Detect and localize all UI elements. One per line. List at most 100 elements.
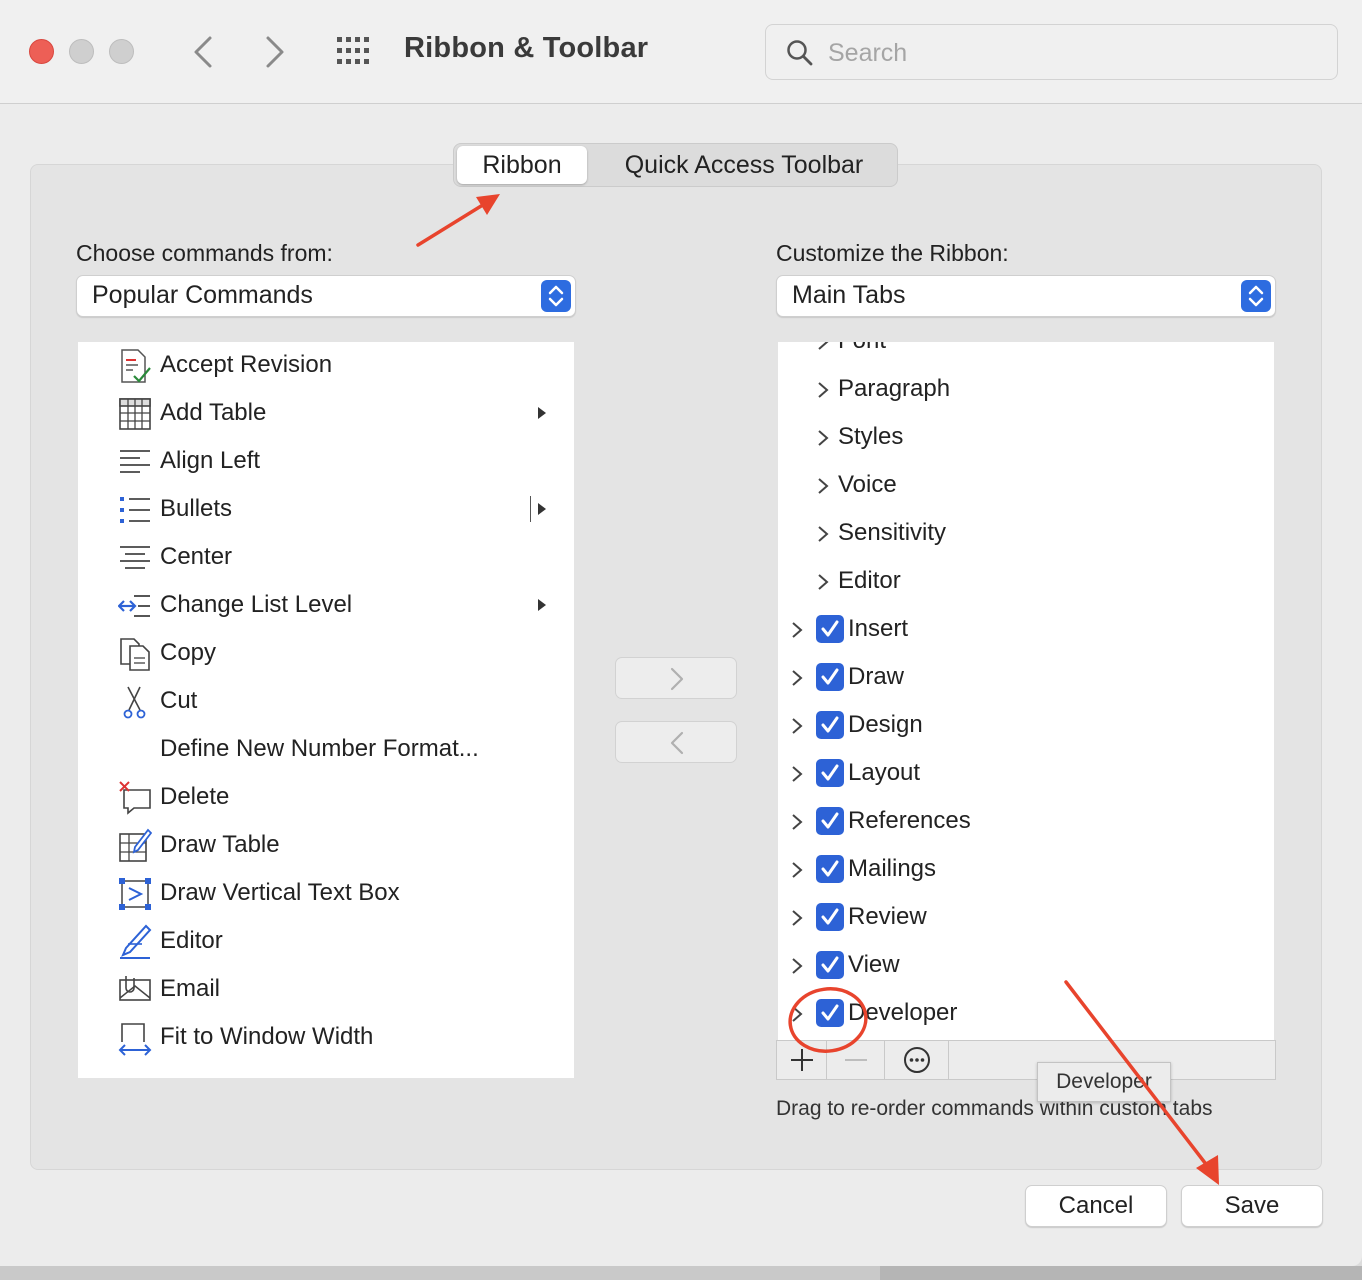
checkbox-checked[interactable] (816, 903, 844, 931)
tree-item-references[interactable]: References (778, 798, 1274, 846)
chevron-right-icon[interactable] (790, 812, 804, 832)
split-divider (530, 496, 531, 522)
chevron-right-icon[interactable] (790, 668, 804, 688)
tree-item-view[interactable]: View (778, 942, 1274, 990)
remove-tab-button[interactable] (827, 1041, 885, 1079)
command-label: Draw Table (160, 831, 280, 858)
chevron-right-icon (818, 342, 829, 350)
checkbox-checked[interactable] (816, 759, 844, 787)
preferences-window: Ribbon & Toolbar Search Ribbon Quick Acc… (0, 0, 1362, 1266)
add-tab-button[interactable] (777, 1041, 827, 1079)
submenu-arrow-icon (538, 407, 546, 419)
tree-item-review[interactable]: Review (778, 894, 1274, 942)
list-item[interactable]: Draw Vertical Text Box (78, 870, 572, 918)
checkbox-checked[interactable] (816, 711, 844, 739)
tree-item-sensitivity[interactable]: Sensitivity (778, 510, 1274, 558)
list-item[interactable]: Bullets (78, 486, 572, 534)
tree-item-label: Voice (838, 471, 897, 498)
tree-item-voice[interactable]: Voice (778, 462, 1274, 510)
ribbon-tabs-value: Main Tabs (792, 281, 906, 309)
chevron-right-icon[interactable] (790, 620, 804, 640)
tree-item-insert[interactable]: Insert (778, 606, 1274, 654)
chevron-right-icon (670, 667, 684, 691)
tree-item-paragraph[interactable]: Paragraph (778, 366, 1274, 414)
fit-width-icon (118, 1023, 152, 1056)
tree-item-developer[interactable]: Developer (778, 990, 1274, 1038)
more-options-button[interactable] (885, 1041, 949, 1079)
tree-item-mailings[interactable]: Mailings (778, 846, 1274, 894)
command-label: Fit to Window Width (160, 1023, 374, 1050)
checkbox-checked[interactable] (816, 663, 844, 691)
list-item[interactable]: Delete (78, 774, 572, 822)
customize-ribbon-label: Customize the Ribbon: (776, 240, 1009, 266)
list-item[interactable]: Define New Number Format... (78, 726, 572, 774)
commands-list[interactable]: Accept Revision Add Table Align Left Bul… (78, 342, 574, 1078)
tree-item-label: Review (848, 903, 927, 930)
chevron-right-icon[interactable] (790, 764, 804, 784)
chevron-right-icon[interactable] (790, 1004, 804, 1024)
list-item[interactable]: Add Table (78, 390, 572, 438)
chevron-right-icon[interactable] (790, 908, 804, 928)
ribbon-tabs-dropdown[interactable]: Main Tabs (776, 275, 1276, 317)
editor-pen-icon (120, 924, 152, 959)
tab-ribbon[interactable]: Ribbon (457, 146, 587, 184)
vertical-text-box-icon (119, 878, 151, 910)
list-item[interactable]: Cut (78, 678, 572, 726)
checkbox-checked[interactable] (816, 951, 844, 979)
command-label: Email (160, 975, 221, 1002)
list-item[interactable]: Copy (78, 630, 572, 678)
chevron-right-icon[interactable] (790, 956, 804, 976)
list-item[interactable]: Change List Level (78, 582, 572, 630)
tree-item-font[interactable]: Font (778, 342, 1274, 366)
tree-item-draw[interactable]: Draw (778, 654, 1274, 702)
zoom-window-button[interactable] (109, 39, 134, 64)
tree-item-styles[interactable]: Styles (778, 414, 1274, 462)
checkbox-checked[interactable] (816, 807, 844, 835)
commands-source-dropdown[interactable]: Popular Commands (76, 275, 576, 317)
ribbon-tabs-tree[interactable]: Font Paragraph Styles Voice Sensitivity … (778, 342, 1274, 1040)
back-button[interactable] (184, 30, 224, 74)
chevron-right-icon (818, 430, 829, 446)
list-item[interactable]: Fit to Window Width (78, 1014, 572, 1062)
tab-quick-access-toolbar[interactable]: Quick Access Toolbar (604, 146, 884, 184)
forward-button[interactable] (256, 30, 296, 74)
checkbox-checked[interactable] (816, 855, 844, 883)
tree-item-label: Paragraph (838, 375, 951, 402)
tree-item-label: References (848, 807, 971, 834)
save-button[interactable]: Save (1181, 1185, 1323, 1227)
developer-checkbox[interactable] (816, 999, 844, 1027)
checkbox-checked[interactable] (816, 615, 844, 643)
list-level-icon (118, 595, 150, 617)
minimize-window-button[interactable] (69, 39, 94, 64)
tree-item-label: Sensitivity (838, 519, 947, 546)
remove-command-button[interactable] (615, 721, 737, 763)
list-item[interactable]: Center (78, 534, 572, 582)
list-item[interactable]: Align Left (78, 438, 572, 486)
submenu-arrow-icon (538, 503, 546, 515)
list-item[interactable]: Email (78, 966, 572, 1014)
tree-item-design[interactable]: Design (778, 702, 1274, 750)
tree-item-layout[interactable]: Layout (778, 750, 1274, 798)
search-field[interactable]: Search (765, 24, 1338, 80)
list-item[interactable]: Accept Revision (78, 342, 572, 390)
show-all-grid-button[interactable] (335, 35, 375, 67)
tree-item-editor[interactable]: Editor (778, 558, 1274, 606)
draw-table-icon (119, 828, 152, 862)
cancel-button[interactable]: Cancel (1025, 1185, 1167, 1227)
command-label: Align Left (160, 447, 261, 474)
accept-revision-icon (121, 349, 151, 383)
bullets-icon (120, 497, 150, 523)
delete-comment-icon (119, 781, 151, 815)
command-label: Cut (160, 687, 198, 714)
add-command-button[interactable] (615, 657, 737, 699)
chevron-right-icon[interactable] (790, 716, 804, 736)
tree-item-label: Mailings (848, 855, 937, 882)
tree-item-label: Design (848, 711, 923, 738)
chevron-right-icon[interactable] (790, 860, 804, 880)
command-label: Accept Revision (160, 351, 333, 378)
close-window-button[interactable] (29, 39, 54, 64)
list-item[interactable]: Editor (78, 918, 572, 966)
chevron-left-icon (670, 731, 684, 755)
list-item[interactable]: Draw Table (78, 822, 572, 870)
chevron-right-icon (818, 478, 829, 494)
